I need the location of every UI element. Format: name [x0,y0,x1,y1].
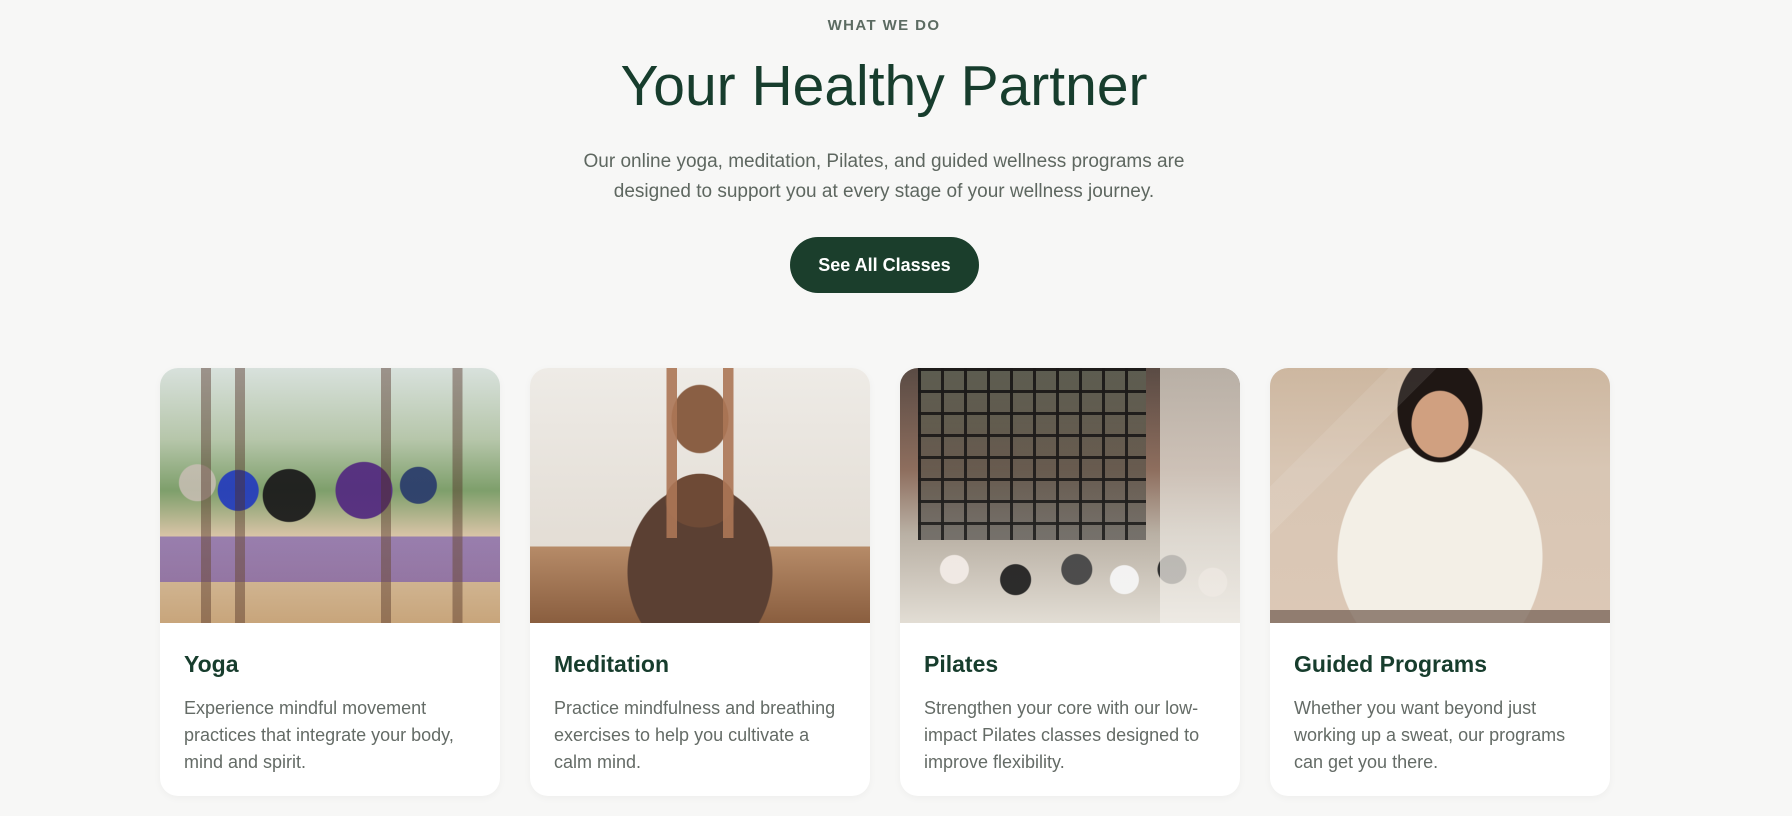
card-yoga[interactable]: Yoga Experience mindful movement practic… [160,368,500,796]
section-eyebrow: WHAT WE DO [827,17,941,34]
card-title: Guided Programs [1294,651,1487,677]
card-text: Practice mindfulness and breathing exerc… [554,698,836,772]
card-text: Whether you want beyond just working up … [1294,698,1566,772]
section-description: Our online yoga, meditation, Pilates, an… [583,151,1185,202]
card-title: Yoga [184,651,239,677]
card-body: Pilates Strengthen your core with our lo… [900,623,1240,776]
card-guided-programs[interactable]: Guided Programs Whether you want beyond … [1270,368,1610,796]
guided-programs-image [1270,368,1610,623]
card-meditation[interactable]: Meditation Practice mindfulness and brea… [530,368,870,796]
class-cards: Yoga Experience mindful movement practic… [160,368,1610,796]
yoga-image [160,368,500,623]
card-text: Experience mindful movement practices th… [184,698,454,772]
card-pilates[interactable]: Pilates Strengthen your core with our lo… [900,368,1240,796]
card-body: Meditation Practice mindfulness and brea… [530,623,870,776]
card-body: Guided Programs Whether you want beyond … [1270,623,1610,776]
card-title: Pilates [924,651,999,677]
card-text: Strengthen your core with our low-impact… [924,698,1200,772]
card-title: Meditation [554,651,669,677]
services-section: WHAT WE DO Your Healthy Partner Our onli… [0,0,1792,816]
see-all-classes-button[interactable]: See All Classes [790,237,979,293]
pilates-image [900,368,1240,623]
section-title: Your Healthy Partner [620,54,1148,118]
meditation-image [530,368,870,623]
card-body: Yoga Experience mindful movement practic… [160,623,500,776]
